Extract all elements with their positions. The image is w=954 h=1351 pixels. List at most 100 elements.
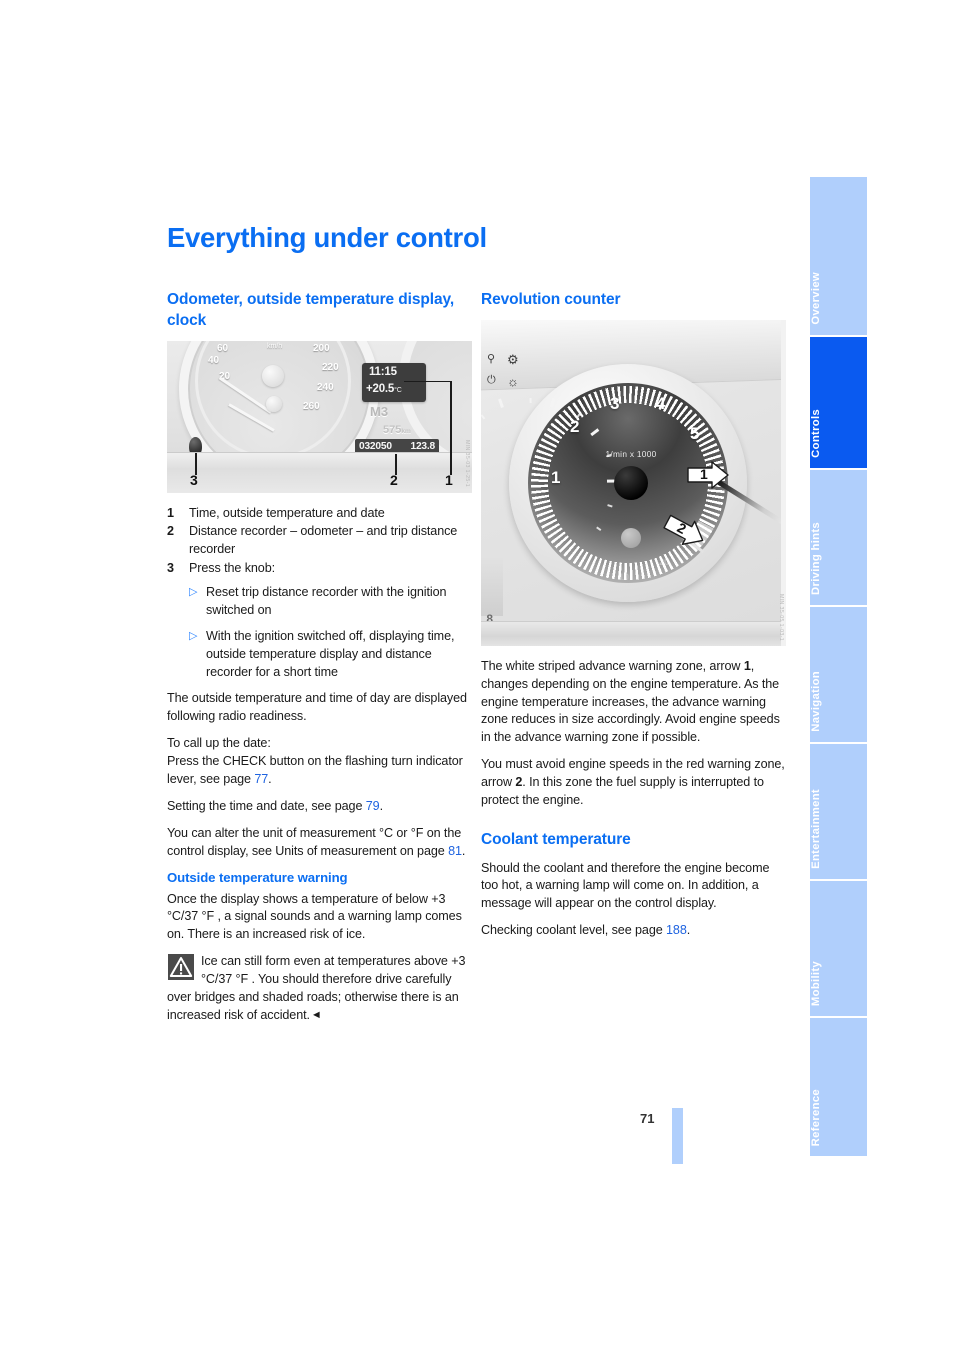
legend-number-1: 1 [167,505,174,520]
call-up-date-line: To call up the date: [167,736,271,751]
page-ref-81[interactable]: 81 [448,844,462,858]
dial-tick-minor-b [481,414,486,420]
tab-mobility[interactable]: Mobility [810,881,867,1018]
setting-time-line: Setting the time and date, see page [167,798,366,813]
tachometer-hub [614,465,648,500]
fuel-hub [266,395,282,412]
tab-driving-hints-label: Driving hints [810,522,822,595]
paragraph-call-up-date: To call up the date: Press the CHECK but… [167,736,463,786]
battery-icon: ⏻ [487,373,496,386]
figure-instrument-cluster: 20 40 60 200 220 240 260 km/h 11:15 +20. [167,340,472,493]
cluster-illustration: 20 40 60 200 220 240 260 km/h 11:15 +20. [167,340,472,493]
cluster-base-trim [167,451,472,493]
page-number: 71 [640,1111,655,1126]
end-of-note-marker: ◄ [310,1008,322,1021]
paragraph-radio-readiness: The outside temperature and time of day … [167,691,467,724]
left-display-panel [481,555,503,616]
tab-navigation[interactable]: Navigation [810,607,867,744]
speed-tick-260: 260 [303,400,320,412]
odometer-value: 032050 [359,440,392,452]
paragraph-setting-time: Setting the time and date, see page 79. [167,798,383,813]
legend-item-1: 1 Time, outside temperature and date [167,505,472,523]
paragraph-temp-warning: Once the display shows a temperature of … [167,891,462,942]
tab-overview[interactable]: Overview [810,177,867,337]
manual-page: Everything under control Odometer, outsi… [0,0,954,1351]
sub-bullet-text-1: Reset trip distance recorder with the ig… [206,585,447,617]
callout-number-1: 1 [445,471,453,488]
callout-arrow-1-label: 1 [700,465,708,482]
tab-entertainment-label: Entertainment [810,789,822,869]
section-heading-coolant-temperature: Coolant temperature [481,830,631,848]
warning-note: Ice can still form even at temperatures … [167,953,472,1025]
units-line: You can alter the unit of measurement °C… [167,825,462,858]
tab-overview-label: Overview [810,272,822,325]
triangle-bullet-icon: ▷ [189,629,198,642]
page-number-bar [672,1108,683,1164]
page-title: Everything under control [167,222,487,253]
seatbelt-icon: ⚲ [487,352,496,365]
callout-arrow-1: 1 [686,460,730,490]
page-ref-77[interactable]: 77 [254,772,268,786]
lcd-range: 575km [383,423,411,436]
tab-navigation-label: Navigation [810,671,822,732]
speed-tick-200: 200 [313,342,330,354]
paragraph-red-warning-zone: You must avoid engine speeds in the red … [481,756,786,810]
tab-controls[interactable]: Controls [810,337,867,470]
callout-number-2: 2 [390,471,398,488]
figure-legend-list: 1 Time, outside temperature and date 2 D… [167,505,472,682]
right-column: Revolution counter ⚲ ⚙ ⏻ ☼ 1 2 3 [481,290,786,940]
lcd-time: 11:15 [369,365,397,378]
paragraph-coolant-check: Checking coolant level, see page 188. [481,923,691,938]
knob-action-sublist: ▷ Reset trip distance recorder with the … [189,584,472,681]
callout-line-1 [450,380,452,475]
left-column: Odometer, outside temperature display, c… [167,290,472,1025]
figure-code-tachometer: MIN 35-05 1-03-1 [778,593,784,641]
cluster-bottom-trim [481,620,781,646]
legend-text-2: Distance recorder – odometer – and trip … [189,524,458,557]
speedometer-hub [262,364,284,387]
fog-lamp-icon: ☼ [507,373,519,389]
page-ref-188[interactable]: 188 [666,923,687,937]
warning-lamp-cluster: ⚲ ⚙ ⏻ ☼ [487,352,543,398]
speed-tick-220: 220 [322,361,339,373]
tab-reference[interactable]: Reference [810,1018,867,1156]
legend-text-3: Press the knob: [189,561,276,576]
speed-unit-label: km/h [267,342,283,350]
sub-bullet-1: ▷ Reset trip distance recorder with the … [189,584,472,620]
coolant-check-line: Checking coolant level, see page [481,923,667,938]
tab-mobility-label: Mobility [810,960,822,1006]
tab-entertainment[interactable]: Entertainment [810,744,867,881]
callout-line-1-horizontal [404,380,451,383]
tab-controls-label: Controls [810,409,822,458]
figure-revolution-counter: ⚲ ⚙ ⏻ ☼ 1 2 3 4 5 1/min x 1000 [481,319,786,646]
legend-number-2: 2 [167,524,174,539]
trip-value: 123.8 [410,440,436,452]
page-ref-79[interactable]: 79 [366,799,380,813]
tab-reference-label: Reference [810,1088,822,1146]
legend-text-1: Time, outside temperature and date [189,505,385,520]
paragraph-coolant: Should the coolant and therefore the eng… [481,860,770,911]
legend-item-2: 2 Distance recorder – odometer – and tri… [167,523,472,559]
oil-can-icon: ⚙ [507,351,519,367]
dial-tick-minor-c [529,397,532,403]
paragraph-units: You can alter the unit of measurement °C… [167,825,466,858]
advance-warning-text-a: The white striped advance warning zone, … [481,658,744,673]
red-warning-text-b: . In this zone the fuel supply is interr… [481,775,764,807]
speed-tick-40: 40 [208,354,220,366]
lcd-gear-indicator: M3 [370,403,389,419]
legend-item-3: 3 Press the knob: [167,560,472,578]
tab-driving-hints[interactable]: Driving hints [810,470,867,607]
callout-number-3: 3 [190,471,198,488]
section-tab-strip: Overview Controls Driving hints Navigati… [810,177,867,1218]
advance-warning-arrow-ref: 1 [743,658,751,673]
legend-number-3: 3 [167,561,174,576]
subsection-heading-temp-warning: Outside temperature warning [167,870,348,886]
triangle-bullet-icon: ▷ [189,586,198,599]
speed-tick-60: 60 [217,342,229,354]
speed-tick-240: 240 [317,381,334,393]
paragraph-advance-warning-zone: The white striped advance warning zone, … [481,658,786,747]
sub-bullet-text-2: With the ignition switched off, displayi… [206,628,455,679]
lcd-temperature: +20.5°C [366,382,402,395]
tachometer-illustration: ⚲ ⚙ ⏻ ☼ 1 2 3 4 5 1/min x 1000 [481,319,781,646]
section-heading-revolution-counter: Revolution counter [481,291,621,308]
